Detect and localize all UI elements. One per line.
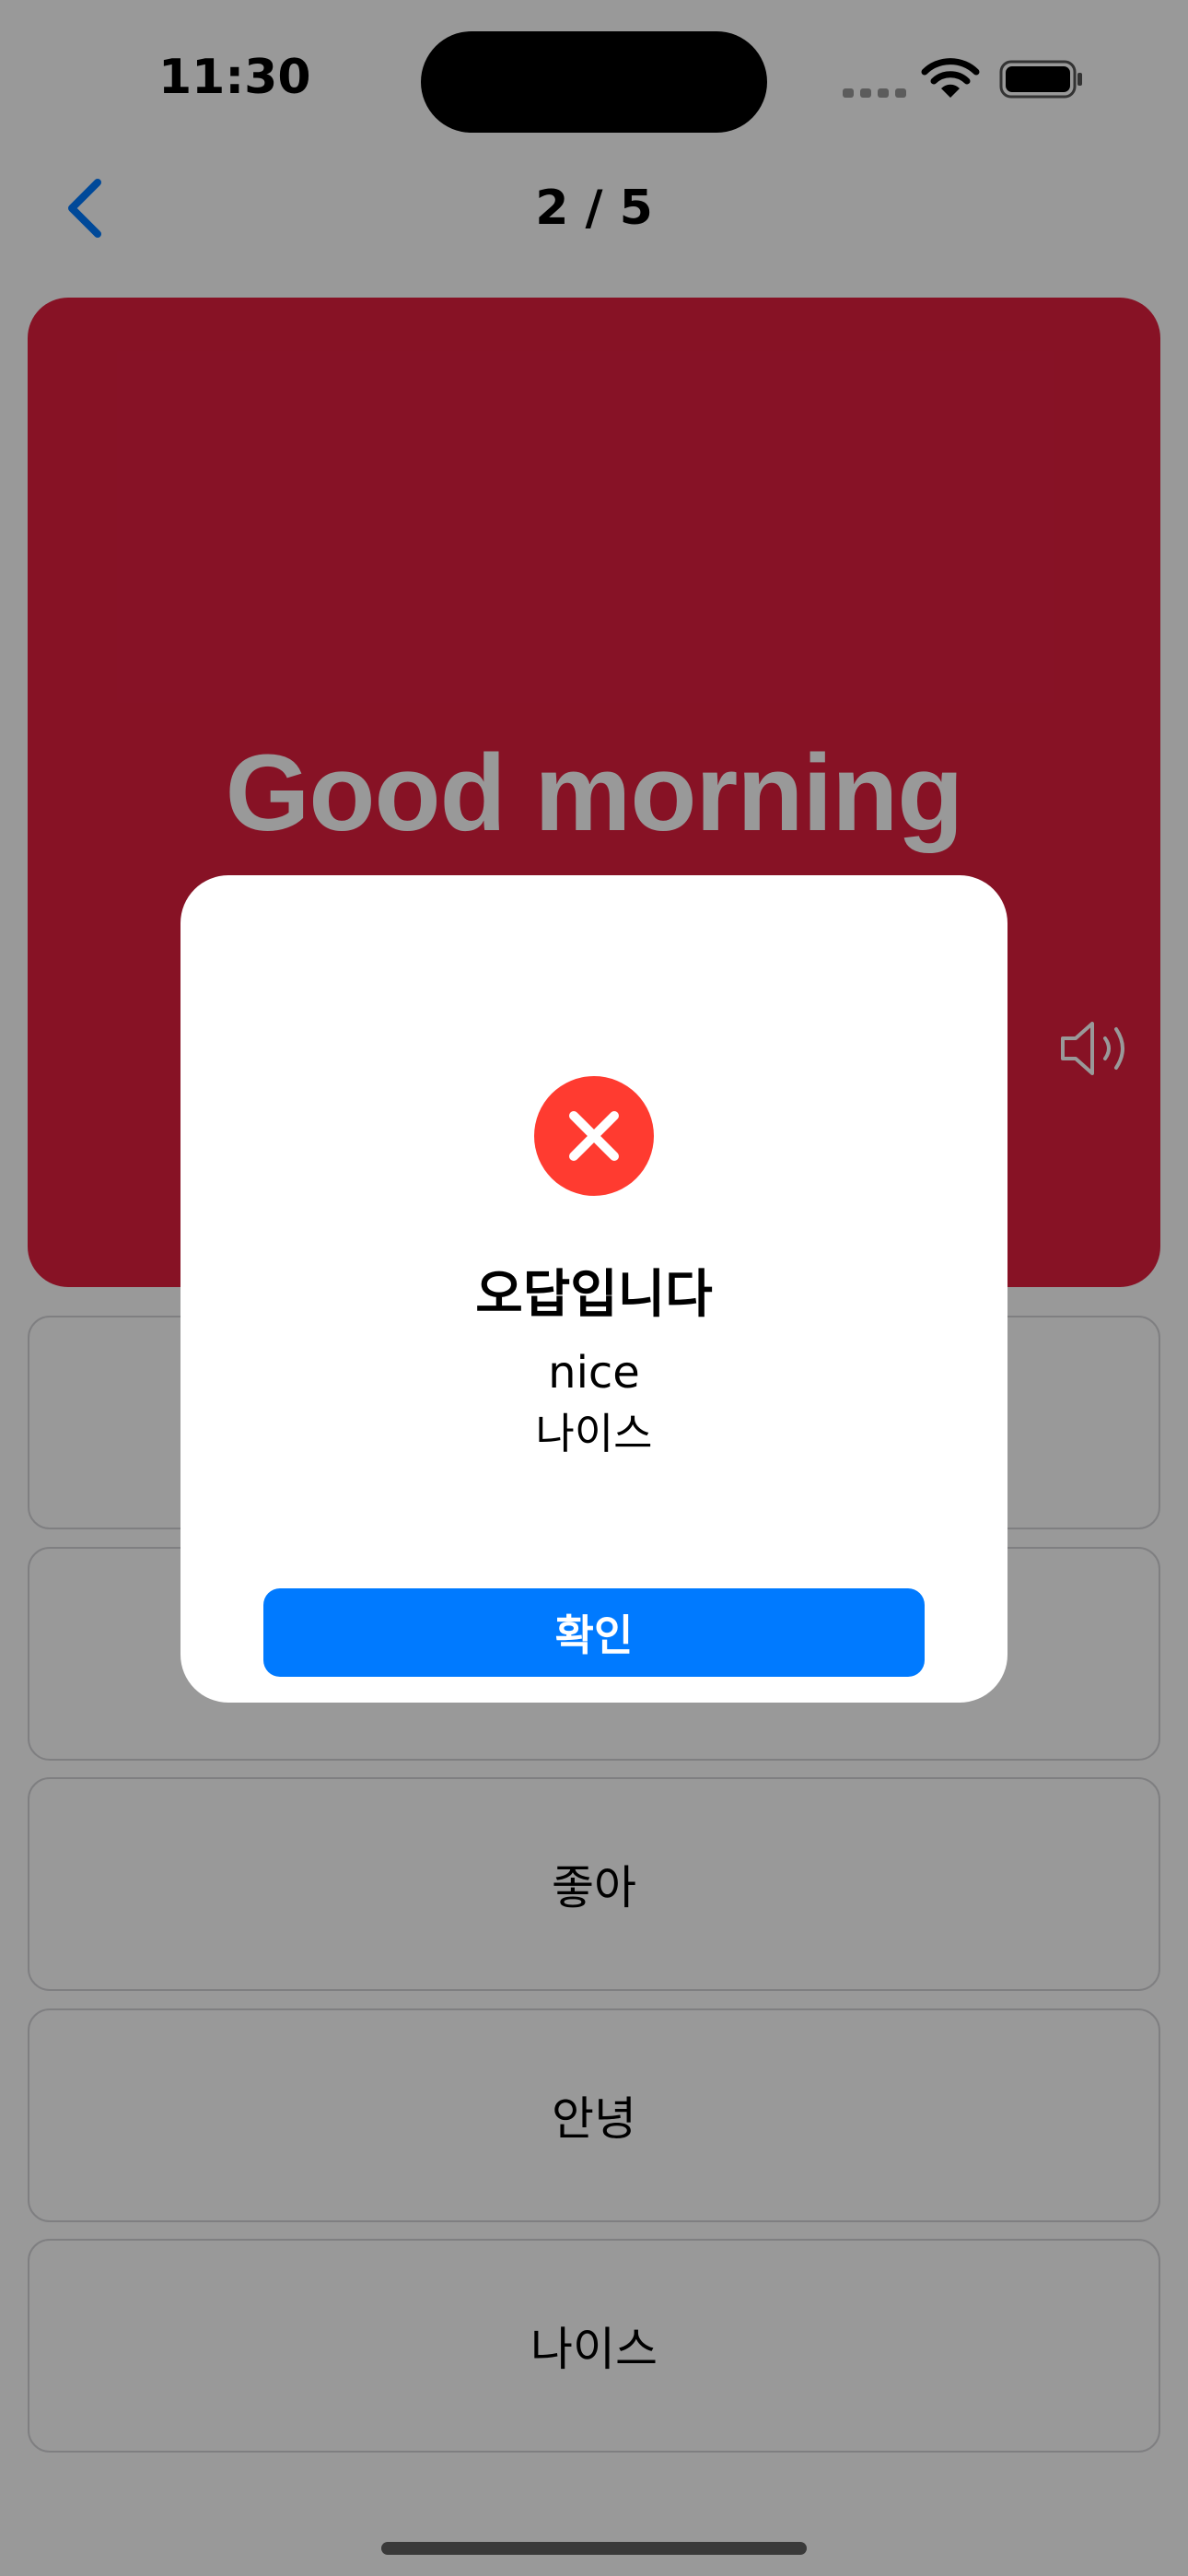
home-indicator xyxy=(381,2542,807,2555)
dialog-title: 오답입니다 xyxy=(475,1265,713,1325)
screen: 11:30 2 / 5 Good morning 좋아 안녕 나이스 오답입니다… xyxy=(0,0,1188,2576)
confirm-button[interactable]: 확인 xyxy=(263,1588,925,1677)
correct-answer: nice xyxy=(548,1347,640,1399)
correct-answer-korean: 나이스 xyxy=(535,1409,653,1458)
x-circle-icon xyxy=(534,1076,654,1196)
incorrect-answer-dialog: 오답입니다 nice 나이스 확인 xyxy=(181,875,1007,1703)
